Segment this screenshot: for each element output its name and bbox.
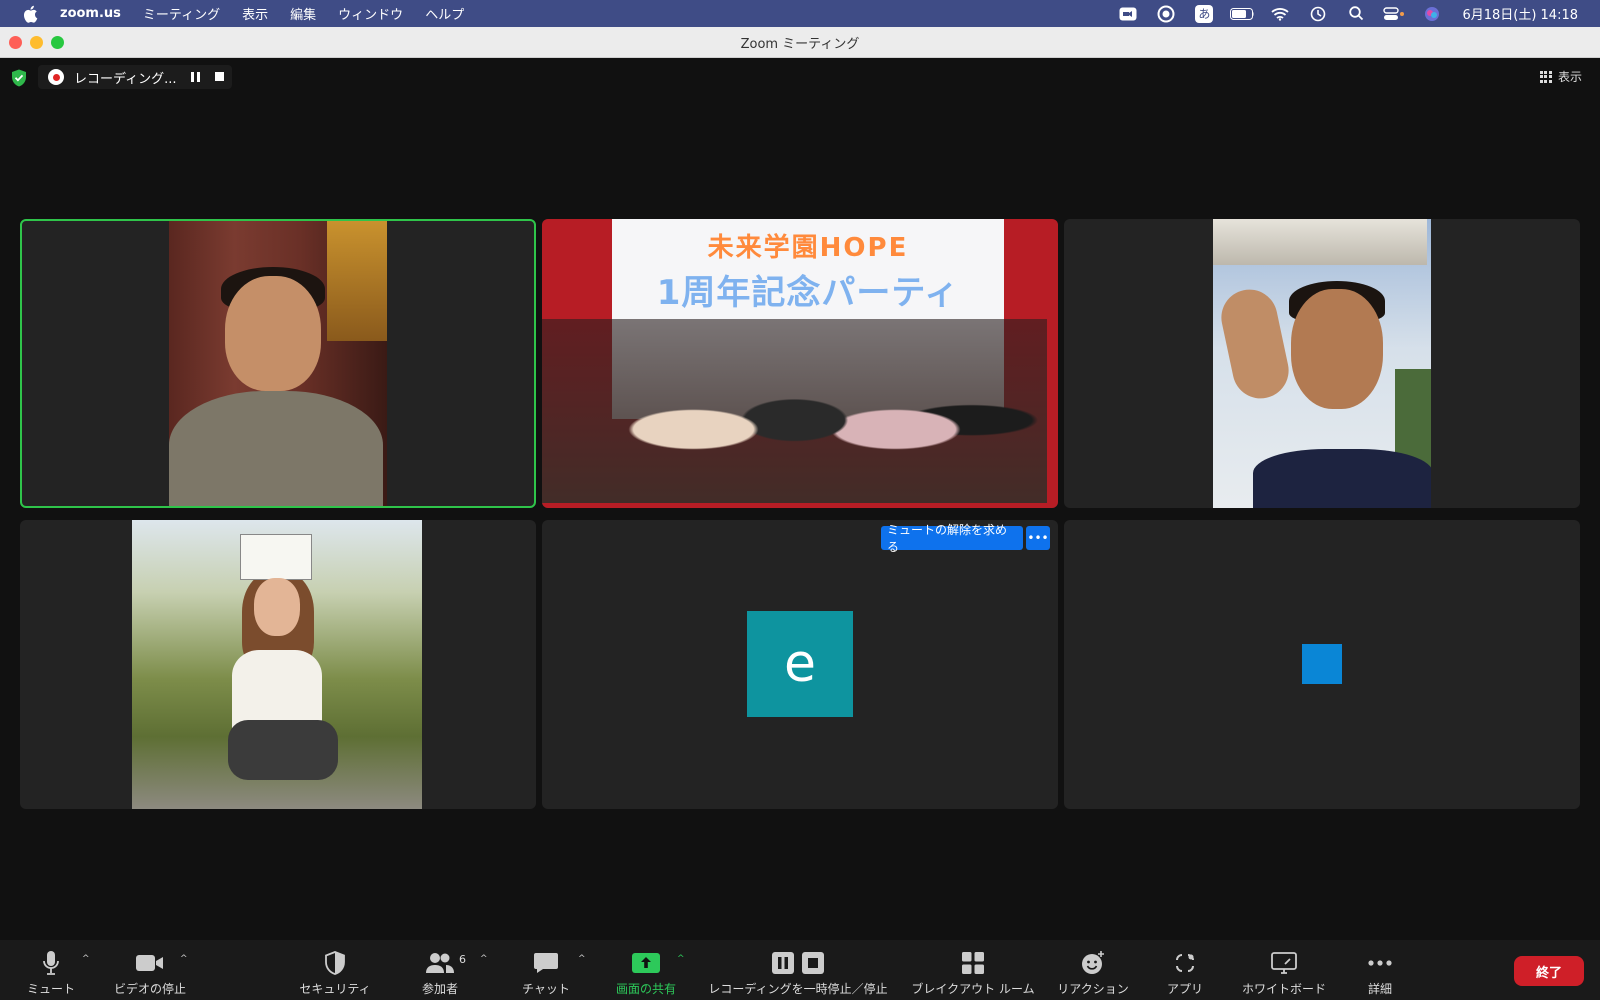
security-button[interactable]: セキュリティ [294,940,376,1000]
reactions-label: リアクション [1057,982,1129,996]
menu-edit[interactable]: 編集 [290,4,316,23]
mute-options-caret-icon[interactable]: ^ [82,954,92,964]
grid-icon [1539,70,1552,83]
menu-view[interactable]: 表示 [242,4,268,23]
participants-icon: 6 [425,948,466,978]
banner-subtitle: 1周年記念パーティ [656,273,960,313]
video-tile-avatar[interactable]: ミュートの解除を求める ••• e [542,520,1058,809]
video-tile-participant[interactable] [20,520,536,809]
apple-icon[interactable] [20,4,40,24]
participant-video [169,221,387,506]
apps-button[interactable]: アプリ [1160,940,1210,1000]
apps-label: アプリ [1166,982,1203,996]
breakout-rooms-button[interactable]: ブレイクアウト ルーム [908,940,1038,1000]
chat-button[interactable]: チャット [516,940,576,1000]
menu-window[interactable]: ウィンドウ [338,4,403,23]
reaction-emoji-icon [1080,948,1106,978]
participants-button[interactable]: 6 参加者 [413,940,467,1000]
share-screen-button[interactable]: 画面の共有 [610,940,682,1000]
apps-icon [1173,948,1197,978]
microphone-icon [42,948,60,978]
whiteboard-button[interactable]: ホワイトボード [1234,940,1334,1000]
share-options-caret-icon[interactable]: ^ [677,954,687,964]
participants-label: 参加者 [421,982,458,996]
input-method-icon[interactable]: あ [1192,4,1216,23]
recording-stop-icon[interactable] [215,72,224,81]
video-tile-group[interactable]: 未来学園HOPE 1周年記念パーティ [542,219,1058,508]
recording-dot-icon [48,69,64,85]
participant-avatar: e [747,611,853,717]
reactions-button[interactable]: リアクション [1054,940,1132,1000]
recording-pause-stop-icon [772,948,824,978]
menu-help[interactable]: ヘルプ [425,4,464,23]
spotlight-search-icon[interactable] [1344,5,1368,23]
mute-button[interactable]: ミュート [20,940,82,1000]
encryption-shield-icon[interactable] [11,69,27,87]
chat-options-caret-icon[interactable]: ^ [578,954,588,964]
share-screen-icon [632,948,660,978]
input-method-label: あ [1195,4,1214,23]
window-close-button[interactable] [9,36,22,49]
stop-video-button[interactable]: ビデオの停止 [108,940,192,1000]
control-center-icon[interactable] [1382,5,1406,23]
participant-avatar [1302,644,1342,684]
security-shield-icon [324,948,346,978]
breakout-rooms-icon [961,948,985,978]
mute-label: ミュート [26,982,75,996]
banner-title: 未来学園HOPE [707,233,909,263]
chat-label: チャット [522,982,570,996]
battery-icon[interactable] [1230,5,1255,23]
recording-controls-label: レコーディングを一時停止／停止 [708,982,888,996]
macos-menubar: zoom.us ミーティング 表示 編集 ウィンドウ ヘルプ あ 6月18日(土… [0,0,1600,27]
window-minimize-button[interactable] [30,36,43,49]
participant-video [132,520,422,809]
menu-meeting[interactable]: ミーティング [143,4,220,23]
breakout-rooms-label: ブレイクアウト ルーム [911,982,1035,996]
tile-more-button[interactable]: ••• [1026,526,1050,550]
whiteboard-icon [1271,948,1297,978]
view-layout-button[interactable]: 表示 [1539,68,1582,85]
zoom-status-icon[interactable] [1116,5,1140,23]
participant-video [1213,219,1431,508]
security-label: セキュリティ [299,982,371,996]
stop-video-label: ビデオの停止 [113,982,186,996]
more-options-label: 詳細 [1367,982,1392,996]
meeting-toolbar: ミュート ^ ビデオの停止 ^ セキュリティ 6 参加者 ^ チャット ^ 画面… [0,940,1600,1000]
more-options-button[interactable]: 詳細 [1360,940,1400,1000]
video-tile-participant[interactable] [1064,219,1580,508]
window-maximize-button[interactable] [51,36,64,49]
window-titlebar: Zoom ミーティング [0,27,1600,58]
participant-video: 未来学園HOPE 1周年記念パーティ [542,219,1058,508]
wifi-icon[interactable] [1268,5,1292,23]
recording-pause-icon[interactable] [191,72,201,82]
chat-bubble-icon [533,948,559,978]
participants-count: 6 [459,953,466,966]
video-options-caret-icon[interactable]: ^ [180,954,190,964]
video-tile-avatar[interactable] [1064,520,1580,809]
video-tile-active-speaker[interactable] [20,219,536,508]
recording-label: レコーディング... [74,71,177,87]
video-camera-icon [135,948,165,978]
view-label: 表示 [1557,70,1582,84]
meeting-area: レコーディング... 表示 未来学園HOPE 1周年記念パーティ ミュートの解除… [0,58,1600,940]
focus-icon[interactable] [1154,5,1178,23]
participants-options-caret-icon[interactable]: ^ [480,954,490,964]
time-machine-icon[interactable] [1306,5,1330,23]
whiteboard-label: ホワイトボード [1241,982,1326,996]
recording-indicator: レコーディング... [38,65,232,89]
menubar-clock[interactable]: 6月18日(土) 14:18 [1462,4,1578,23]
end-meeting-button[interactable]: 終了 [1514,956,1584,986]
share-screen-label: 画面の共有 [615,982,676,996]
ask-to-unmute-button[interactable]: ミュートの解除を求める [881,523,1023,554]
recording-controls-button[interactable]: レコーディングを一時停止／停止 [704,940,892,1000]
window-title: Zoom ミーティング [740,36,860,52]
siri-icon[interactable] [1420,5,1444,23]
menu-app-name[interactable]: zoom.us [60,6,121,21]
more-dots-icon [1367,948,1393,978]
